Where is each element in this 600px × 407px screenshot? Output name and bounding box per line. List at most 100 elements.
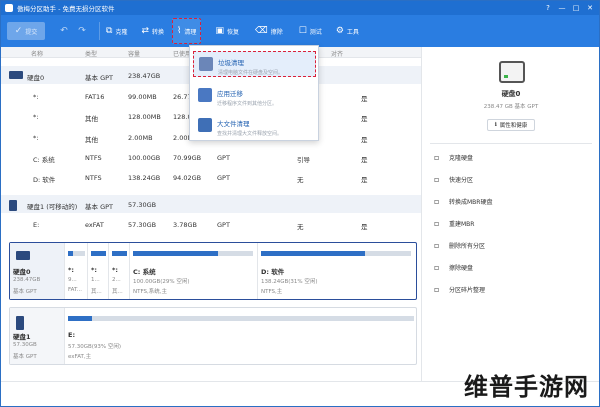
- window-title: 傲梅分区助手 - 免费无损分区软件: [17, 5, 115, 13]
- cell-cap: 2.00MB: [128, 134, 153, 142]
- side-op-delete-all[interactable]: ▫ 删除所有分区: [434, 239, 485, 251]
- partition-cell-e[interactable]: E: 57.30GB(93% 空闲) exFAT,主: [65, 308, 417, 364]
- col-capacity[interactable]: 容量: [128, 49, 140, 58]
- side-divider: [430, 143, 592, 144]
- disk0-cell[interactable]: 硬盘0 238.47GB 基本 GPT: [10, 243, 65, 299]
- cell-cap: 138.24GB: [128, 174, 161, 182]
- restore-icon: ▣: [215, 26, 224, 36]
- menu-junk-clean-title: 垃圾清理: [218, 59, 244, 67]
- side-op-quick-partition[interactable]: ▫ 快速分区: [434, 173, 473, 185]
- cell-used: 94.02GB: [173, 174, 202, 182]
- side-op-convert-mbr[interactable]: ▫ 转换成MBR硬盘: [434, 195, 492, 207]
- disk1-map[interactable]: 硬盘1 57.30GB 基本 GPT E: 57.30GB(93% 空闲) ex…: [9, 307, 417, 365]
- help-icon[interactable]: ?: [541, 1, 555, 15]
- hard-disk-icon: [9, 71, 23, 79]
- wipe-disk-icon: ▫: [434, 262, 440, 272]
- usb-drive-icon: [9, 200, 17, 211]
- disk1-cell[interactable]: 硬盘1 57.30GB 基本 GPT: [10, 308, 65, 364]
- partition-cell-d[interactable]: D: 软件 138.24GB(31% 空闲) NTFS,主: [258, 243, 415, 299]
- partition-cell[interactable]: *: 9... FAT...: [65, 243, 88, 299]
- disk-row[interactable]: 硬盘1 (可移动的) 基本 GPT 57.30GB: [1, 195, 421, 213]
- redo-icon[interactable]: ↷: [75, 19, 89, 43]
- cell-used: 70.99GB: [173, 154, 202, 162]
- watermark: 维普手游网: [464, 373, 589, 401]
- partition-cell-c[interactable]: C: 系统 100.00GB(29% 空闲) NTFS,系统,主: [130, 243, 258, 299]
- toolbar-restore-button[interactable]: ▣ 恢复: [215, 19, 239, 43]
- properties-health-label: 属性和健康: [499, 123, 528, 129]
- toolbar-clean-label: 清理: [184, 28, 197, 36]
- side-op-label: 擦除硬盘: [449, 264, 474, 272]
- partition-cell[interactable]: *: 1... 其...: [88, 243, 109, 299]
- cell-cap: 57.30GB: [128, 221, 157, 229]
- cell-st: 引导: [297, 156, 310, 164]
- cell-used: 3.78GB: [173, 221, 197, 229]
- col-name[interactable]: 名称: [31, 49, 43, 58]
- toolbar-clean-button[interactable]: ⌇ 清理: [172, 18, 202, 44]
- col-type[interactable]: 类型: [85, 49, 97, 58]
- partition-label: E:: [68, 331, 76, 339]
- disk0-map[interactable]: 硬盘0 238.47GB 基本 GPT *: 9... FAT... *: 1.…: [9, 242, 417, 300]
- partition-fs: 其...: [91, 289, 102, 295]
- side-op-defrag[interactable]: ▫ 分区碎片整理: [434, 283, 485, 295]
- cell-name: *:: [33, 93, 39, 101]
- cell-type: 基本 GPT: [85, 74, 113, 82]
- cell-al: 是: [361, 156, 368, 164]
- toolbar-erase-button[interactable]: ⌫ 擦除: [255, 19, 283, 43]
- menu-large-file-clean[interactable]: 大文件清理 查找并清理大文件释放空间。: [193, 113, 316, 139]
- partition-fs: NTFS,系统,主: [133, 289, 168, 295]
- disk0-size: 238.47GB: [13, 277, 41, 283]
- cell-fs: GPT: [217, 221, 230, 229]
- cell-cap: 128.00MB: [128, 113, 161, 121]
- menu-app-mover-title: 应用迁移: [217, 90, 243, 98]
- undo-icon[interactable]: ↶: [57, 19, 71, 43]
- convert-mbr-icon: ▫: [434, 196, 440, 206]
- cell-cap: 57.30GB: [128, 201, 157, 209]
- disk1-size: 57.30GB: [13, 342, 37, 348]
- col-align[interactable]: 对齐: [331, 49, 343, 58]
- cell-name: *:: [33, 113, 39, 121]
- toolbar-test-button[interactable]: ☐ 测试: [299, 19, 322, 43]
- side-op-clone-disk[interactable]: ▫ 克隆硬盘: [434, 151, 473, 163]
- partition-cell[interactable]: *: 2... 其...: [109, 243, 130, 299]
- close-icon[interactable]: ✕: [583, 1, 597, 15]
- partition-fs: NTFS,主: [261, 289, 283, 295]
- minimize-icon[interactable]: —: [555, 1, 569, 15]
- toolbar-clone-button[interactable]: ⧉ 克隆: [106, 19, 127, 43]
- table-row[interactable]: C: 系统 NTFS 100.00GB 70.99GB GPT 引导 是: [1, 147, 421, 167]
- side-panel: 硬盘0 238.47 GB 基本 GPT ℹ 属性和健康 ▫ 克隆硬盘 ▫ 快速分区 ▫…: [421, 47, 599, 381]
- broom-icon: ⌇: [177, 26, 182, 36]
- toolbar-convert-label: 转换: [152, 28, 165, 36]
- maximize-icon[interactable]: □: [569, 1, 583, 15]
- side-op-rebuild-mbr[interactable]: ▫ 重建MBR: [434, 217, 474, 229]
- menu-app-mover[interactable]: 应用迁移 迁移程序文件到其他分区。: [193, 83, 316, 109]
- side-op-label: 快速分区: [449, 176, 474, 184]
- menu-large-file-desc: 查找并清理大文件释放空间。: [217, 131, 283, 137]
- partition-label: *:: [112, 266, 118, 274]
- cell-type: NTFS: [85, 174, 102, 182]
- partition-size: 9...: [68, 277, 77, 283]
- app-mover-icon: [198, 88, 212, 102]
- junk-clean-icon: [199, 57, 213, 71]
- partition-size: 100.00GB(29% 空闲): [133, 279, 190, 285]
- tools-icon: ⚙: [335, 26, 344, 36]
- cell-name: 硬盘0: [27, 74, 45, 82]
- test-icon: ☐: [298, 26, 307, 36]
- rebuild-mbr-icon: ▫: [434, 218, 440, 228]
- partition-fs: 其...: [112, 289, 123, 295]
- side-disk-info: 238.47 GB 基本 GPT: [483, 104, 539, 110]
- menu-junk-clean[interactable]: 垃圾清理 清理电脑文件在硬盘及空间。: [193, 51, 316, 77]
- toolbar-tools-label: 工具: [346, 28, 359, 36]
- partition-label: C: 系统: [133, 268, 156, 276]
- cell-cap: 100.00GB: [128, 154, 161, 162]
- properties-health-button[interactable]: ℹ 属性和健康: [487, 119, 535, 131]
- toolbar-erase-label: 擦除: [270, 28, 283, 36]
- partition-size: 57.30GB(93% 空闲): [68, 344, 122, 350]
- side-op-wipe-disk[interactable]: ▫ 擦除硬盘: [434, 261, 473, 273]
- table-row[interactable]: E: exFAT 57.30GB 3.78GB GPT 无 是: [1, 214, 421, 234]
- delete-all-icon: ▫: [434, 240, 440, 250]
- submit-button[interactable]: ✓ 提交: [7, 22, 45, 40]
- toolbar-tools-button[interactable]: ⚙ 工具: [336, 19, 359, 43]
- toolbar: ✓ 提交 ↶ ↷ ⧉ 克隆 ⇄ 转换 ⌇ 清理 ▣ 恢复 ⌫ 擦除 ☐ 测试 ⚙…: [1, 15, 599, 47]
- toolbar-convert-button[interactable]: ⇄ 转换: [141, 19, 164, 43]
- table-row[interactable]: D: 软件 NTFS 138.24GB 94.02GB GPT 无 是: [1, 167, 421, 187]
